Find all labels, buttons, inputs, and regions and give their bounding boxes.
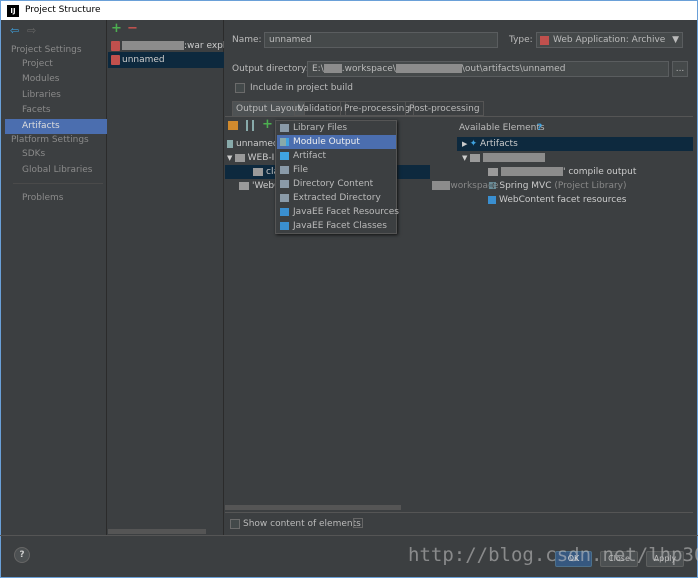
type-label: Type:	[509, 35, 533, 45]
tab-pre-processing[interactable]: Pre-processing	[340, 101, 415, 116]
war-icon	[540, 36, 549, 45]
divider	[13, 183, 103, 184]
type-select[interactable]: Web Application: Archive ▼	[536, 32, 683, 48]
help-icon[interactable]: ?	[537, 123, 542, 133]
browse-button[interactable]: ...	[672, 61, 688, 77]
available-spring-mvc[interactable]: ▥ Spring MVC (Project Library)	[488, 179, 627, 193]
folder-icon	[488, 167, 498, 176]
divider	[225, 512, 693, 513]
sidebar-item-libraries[interactable]: Libraries	[5, 88, 107, 103]
available-module[interactable]: ▼	[462, 151, 545, 165]
divider	[225, 116, 693, 117]
menu-item-library-files[interactable]: Library Files	[277, 121, 396, 135]
add-element-menu: Library Files Module Output Artifact Fil…	[275, 120, 399, 234]
back-icon[interactable]: ⇦	[10, 24, 19, 37]
sidebar-item-sdks[interactable]: SDKs	[5, 147, 107, 162]
folder-icon	[239, 181, 249, 190]
sidebar-item-facets[interactable]: Facets	[5, 103, 107, 118]
module-folder-icon	[469, 153, 480, 162]
sidebar: ⇦ ⇨ Project Settings Project Modules Lib…	[5, 20, 107, 535]
menu-item-module-output[interactable]: Module Output	[277, 135, 396, 149]
title-bar: IJ Project Structure	[0, 0, 698, 20]
war-artifact-icon	[111, 55, 120, 65]
folder-icon	[253, 167, 263, 176]
menu-item-artifact[interactable]: Artifact	[277, 149, 396, 163]
help-button[interactable]: ?	[14, 547, 30, 563]
tree-root[interactable]: unnamed	[227, 137, 279, 151]
available-elements-title: Available Elements	[459, 123, 545, 133]
section-platform-settings: Platform Settings	[11, 135, 89, 145]
name-label: Name:	[232, 35, 262, 45]
watermark: http://blog.csdn.net/lhp3000	[408, 544, 698, 566]
section-project-settings: Project Settings	[11, 45, 82, 55]
remove-icon[interactable]: −	[127, 21, 138, 36]
horizontal-scrollbar[interactable]	[225, 505, 401, 510]
output-directory-input[interactable]: E:\ .workspace\ \out\artifacts\unnamed	[307, 61, 669, 77]
menu-item-directory-content[interactable]: Directory Content	[277, 177, 396, 191]
menu-item-extracted-directory[interactable]: Extracted Directory	[277, 191, 396, 205]
show-content-checkbox[interactable]	[230, 519, 240, 529]
add-icon[interactable]: +	[111, 21, 122, 36]
library-icon: ▥	[488, 181, 500, 191]
window-title: Project Structure	[25, 5, 101, 15]
chevron-down-icon: ▼	[672, 35, 679, 45]
add-element-icon[interactable]: +	[262, 117, 273, 132]
expand-button[interactable]	[353, 518, 363, 528]
divider	[0, 535, 698, 536]
tab-post-processing[interactable]: Post-processing	[405, 101, 484, 116]
sidebar-item-modules[interactable]: Modules	[5, 72, 107, 87]
tab-validation[interactable]: Validation	[294, 101, 347, 116]
available-webcontent-resources[interactable]: WebContent facet resources	[488, 193, 626, 207]
artifact-editor: Name: unnamed Type: Web Application: Arc…	[225, 20, 693, 535]
include-in-build-checkbox[interactable]	[235, 83, 245, 93]
folder-icon	[234, 153, 245, 162]
available-compile-output[interactable]: ' compile output	[488, 165, 636, 179]
app-logo-icon: IJ	[7, 5, 19, 17]
sidebar-item-artifacts[interactable]: Artifacts	[5, 119, 107, 134]
horizontal-scrollbar[interactable]	[108, 529, 206, 534]
artifact-icon: ✦	[469, 139, 481, 149]
menu-item-javaee-facet-resources[interactable]: JavaEE Facet Resources	[277, 205, 399, 219]
artifacts-list-panel: + − :war exploded unnamed	[108, 20, 224, 535]
sidebar-item-problems[interactable]: Problems	[5, 191, 107, 206]
sidebar-item-global-libraries[interactable]: Global Libraries	[5, 163, 107, 178]
artifact-item-unnamed[interactable]: unnamed	[108, 52, 224, 68]
forward-icon[interactable]: ⇨	[27, 24, 36, 37]
name-input[interactable]: unnamed	[264, 32, 498, 48]
facet-icon	[488, 195, 496, 204]
menu-item-file[interactable]: File	[277, 163, 396, 177]
available-artifacts[interactable]: ▶ ✦ Artifacts	[462, 137, 518, 151]
output-directory-label: Output directory:	[232, 64, 309, 74]
create-archive-icon[interactable]	[246, 120, 254, 131]
include-in-build-label: Include in project build	[250, 83, 353, 93]
menu-item-javaee-facet-classes[interactable]: JavaEE Facet Classes	[277, 219, 396, 233]
sidebar-item-project[interactable]: Project	[5, 57, 107, 72]
war-artifact-icon	[111, 41, 120, 51]
create-directory-icon[interactable]	[228, 121, 238, 130]
show-content-label: Show content of elements	[243, 519, 361, 529]
